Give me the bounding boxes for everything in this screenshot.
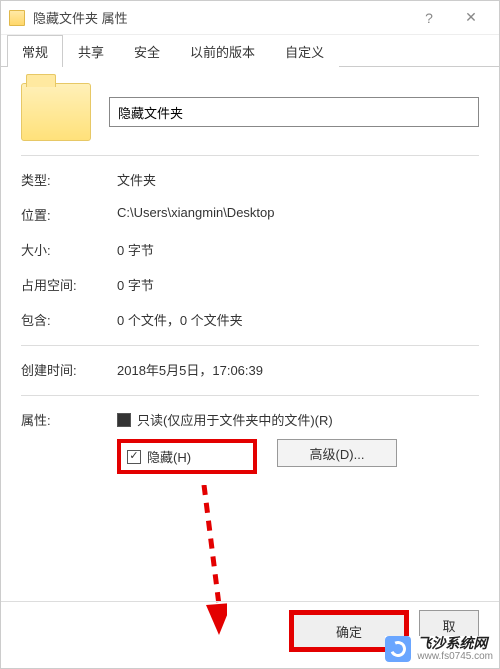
contains-value: 0 个文件，0 个文件夹 (117, 310, 479, 329)
watermark-logo-icon (385, 636, 411, 662)
type-value: 文件夹 (117, 170, 479, 189)
watermark: 飞沙系统网 www.fs0745.com (385, 636, 493, 662)
type-label: 类型: (21, 170, 117, 189)
hidden-label: 隐藏(H) (147, 447, 191, 466)
hidden-row[interactable]: ✓ 隐藏(H) (117, 439, 257, 474)
created-label: 创建时间: (21, 360, 117, 379)
watermark-url: www.fs0745.com (417, 651, 493, 662)
readonly-checkbox[interactable] (117, 413, 131, 427)
ondisk-value: 0 字节 (117, 275, 479, 294)
readonly-row[interactable]: 只读(仅应用于文件夹中的文件)(R) (117, 410, 479, 429)
ondisk-label: 占用空间: (21, 275, 117, 294)
advanced-button[interactable]: 高级(D)... (277, 439, 397, 467)
titlebar: 隐藏文件夹 属性 ? ✕ (1, 1, 499, 35)
watermark-name: 飞沙系统网 (417, 636, 493, 651)
separator (21, 155, 479, 156)
tab-sharing[interactable]: 共享 (63, 35, 119, 67)
attributes-label: 属性: (21, 410, 117, 484)
tab-strip: 常规 共享 安全 以前的版本 自定义 (1, 35, 499, 67)
size-value: 0 字节 (117, 240, 479, 259)
help-button[interactable]: ? (409, 5, 449, 31)
tab-security[interactable]: 安全 (119, 35, 175, 67)
separator (21, 395, 479, 396)
location-value: C:\Users\xiangmin\Desktop (117, 205, 479, 224)
window-title: 隐藏文件夹 属性 (33, 8, 409, 27)
hidden-checkbox[interactable]: ✓ (127, 450, 141, 464)
contains-label: 包含: (21, 310, 117, 329)
large-folder-icon (21, 83, 91, 141)
readonly-label: 只读(仅应用于文件夹中的文件)(R) (137, 410, 333, 429)
properties-dialog: 隐藏文件夹 属性 ? ✕ 常规 共享 安全 以前的版本 自定义 类型: 文件夹 … (0, 0, 500, 669)
location-label: 位置: (21, 205, 117, 224)
folder-icon (9, 10, 25, 26)
tab-content: 类型: 文件夹 位置: C:\Users\xiangmin\Desktop 大小… (1, 67, 499, 484)
separator (21, 345, 479, 346)
close-button[interactable]: ✕ (451, 5, 491, 31)
tab-previous-versions[interactable]: 以前的版本 (175, 35, 270, 67)
tab-customize[interactable]: 自定义 (270, 35, 339, 67)
created-value: 2018年5月5日，17:06:39 (117, 360, 479, 379)
folder-name-input[interactable] (109, 97, 479, 127)
tab-general[interactable]: 常规 (7, 35, 63, 67)
size-label: 大小: (21, 240, 117, 259)
